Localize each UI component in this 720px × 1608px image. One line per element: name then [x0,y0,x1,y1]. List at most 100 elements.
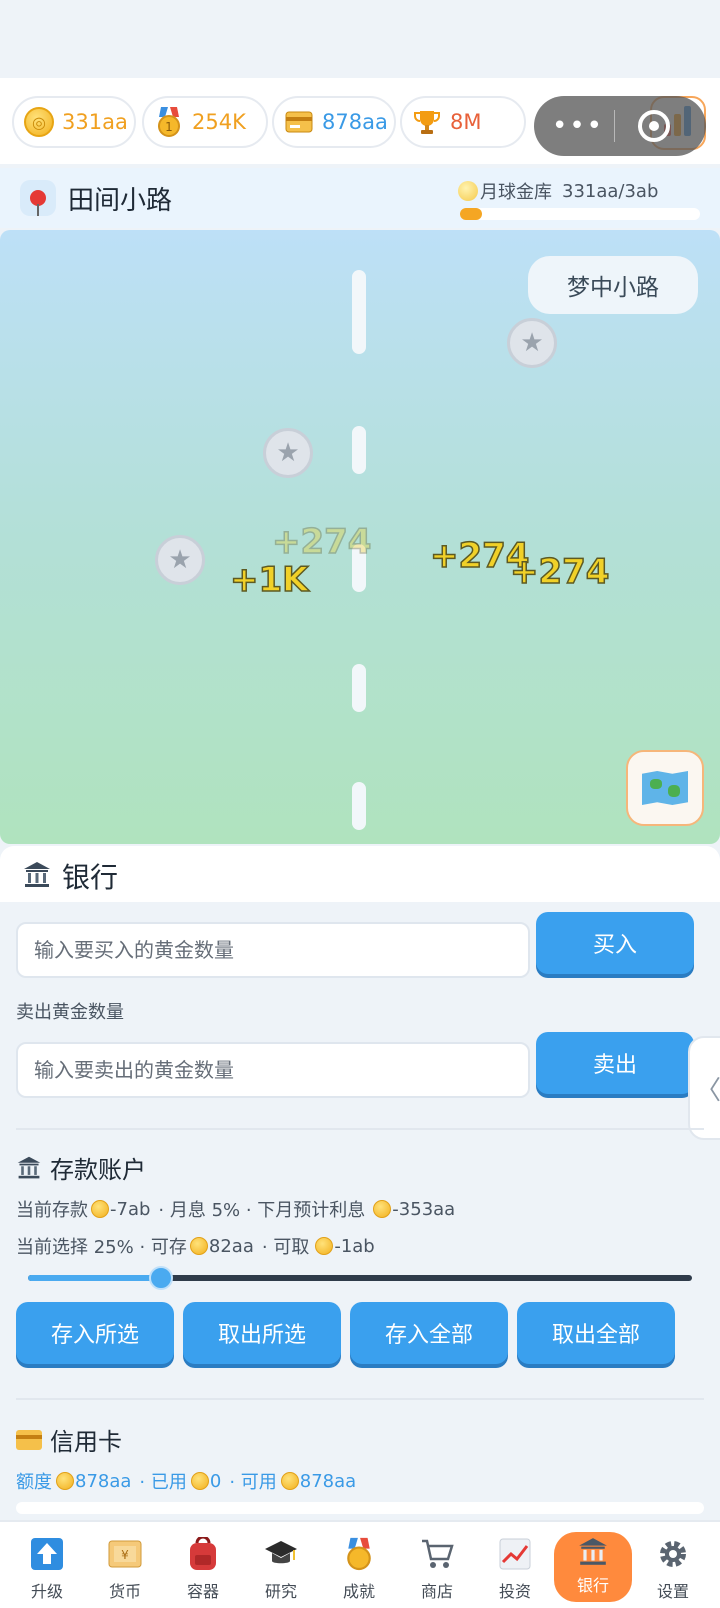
banknote-icon: ¥ [107,1536,143,1572]
status-area [0,0,720,78]
dream-road-button[interactable]: 梦中小路 [528,256,698,314]
sell-gold-label: 卖出黄金数量 [16,1002,124,1023]
reward-floater: +274 [271,521,372,563]
credit-section-title: 信用卡 [16,1422,122,1457]
deposit-title: 存款账户 [50,1156,146,1184]
graduation-cap-icon [263,1536,299,1572]
location-bar: 田间小路 月球金库 331aa/3ab [0,168,720,228]
credit-card-icon [284,107,314,137]
vault-progress-fill [460,208,482,220]
deposit-slider[interactable] [28,1266,692,1290]
vault-label: 月球金库 [480,182,552,203]
map-icon [642,771,688,805]
coins-value: 331aa [62,110,128,134]
road-marking [352,664,366,712]
vault-info: 月球金库 331aa/3ab [458,178,658,204]
nav-item-research[interactable]: 研究 [242,1522,320,1608]
credit-limit-value: 878aa [75,1470,132,1492]
bottom-nav: 升级 ¥ 货币 容器 研究 成就 商店 投资 银行 设置 [0,1520,720,1608]
medal-icon: 1 [154,107,184,137]
credit-title: 信用卡 [50,1428,122,1456]
coin-icon [190,1472,209,1490]
nav-item-currency[interactable]: ¥ 货币 [86,1522,164,1608]
slider-fill [28,1275,161,1281]
bank-icon [575,1534,611,1570]
vault-value: 331aa/3ab [562,180,659,202]
sell-button[interactable]: 卖出 [536,1032,694,1094]
deposit-selected-button[interactable]: 存入所选 [16,1302,174,1364]
resource-bar: ◎ 331aa 1 254K 878aa 8M ••• [0,78,720,164]
buy-gold-input[interactable] [16,922,530,978]
reward-floater: +1K [229,559,309,601]
star-coin-icon[interactable]: ★ [263,428,313,478]
credit-used-label: · 已用 [139,1472,187,1493]
trophy-icon [412,107,442,137]
card-value: 878aa [322,110,388,134]
nav-item-settings[interactable]: 设置 [634,1522,712,1608]
mini-program-capsule: ••• [534,96,706,156]
sell-gold-input[interactable] [16,1042,530,1098]
credit-summary: 额度 878aa · 已用 0 · 可用 878aa [16,1468,356,1494]
game-scene[interactable]: 梦中小路 ★ ★ ★ +274 +1K +274 +274 [0,230,720,844]
road-marking [352,306,366,354]
deposit-all-button[interactable]: 存入全部 [350,1302,508,1364]
credit-available-value: 878aa [299,1470,357,1492]
backpack-icon [185,1536,221,1572]
medal-icon [341,1536,377,1572]
close-miniprogram-icon[interactable] [638,110,670,142]
map-button[interactable] [626,750,704,826]
credit-used-value: 0 [209,1470,222,1492]
deposit-selection: 当前选择 25% · 可存 82aa · 可取 -1ab [16,1233,375,1259]
location-name: 田间小路 [68,186,173,216]
coin-icon [189,1237,208,1255]
road-marking [352,426,366,474]
nav-item-invest[interactable]: 投资 [476,1522,554,1608]
trophy-value: 8M [450,110,482,134]
selection-label: 当前选择 25% · 可存 [16,1237,187,1258]
medals-pill[interactable]: 1 254K [142,96,268,148]
coin-icon: ◎ [24,107,54,137]
side-panel-handle[interactable]: 〈 [688,1036,720,1140]
withdraw-all-button[interactable]: 取出全部 [517,1302,675,1364]
deposit-section-title: 存款账户 [16,1150,146,1185]
credit-available-label: · 可用 [229,1472,277,1493]
bank-icon [17,1156,41,1178]
buy-button[interactable]: 买入 [536,912,694,974]
can-deposit-value: 82aa [208,1235,254,1257]
coin-icon [91,1200,109,1218]
gear-icon [655,1536,691,1572]
upgrade-arrow-icon [29,1536,65,1572]
trophy-pill[interactable]: 8M [400,96,526,148]
nav-item-container[interactable]: 容器 [164,1522,242,1608]
nav-item-achievements[interactable]: 成就 [320,1522,398,1608]
deposit-summary: 当前存款 -7ab · 月息 5% · 下月预计利息 -353aa [16,1196,455,1222]
bank-icon [24,862,50,887]
more-icon[interactable]: ••• [552,112,604,140]
credit-card-icon [16,1429,42,1450]
svg-text:¥: ¥ [121,1548,129,1562]
slider-thumb[interactable] [148,1266,173,1290]
current-deposit-label: 当前存款 [16,1200,88,1221]
coin-icon [373,1200,392,1218]
interest-rate-text: · 月息 5% · 下月预计利息 [158,1200,366,1221]
interest-value: -353aa [392,1198,456,1220]
credit-limit-label: 额度 [16,1472,52,1493]
shopping-cart-icon [419,1536,455,1572]
nav-item-bank[interactable]: 银行 [554,1532,632,1602]
coins-pill[interactable]: ◎ 331aa [12,96,136,148]
vault-progress-bar [460,208,700,220]
can-withdraw-label: · 可取 [261,1237,310,1258]
medals-value: 254K [192,110,246,134]
card-pill[interactable]: 878aa [272,96,396,148]
chart-trend-icon [497,1536,533,1572]
can-withdraw-value: -1ab [334,1235,375,1257]
coin-icon [315,1237,334,1255]
location-pin-icon [20,180,56,216]
star-coin-icon[interactable]: ★ [155,535,205,585]
star-coin-icon[interactable]: ★ [507,318,557,368]
bank-title: 银行 [62,861,119,894]
withdraw-selected-button[interactable]: 取出所选 [183,1302,341,1364]
nav-item-upgrade[interactable]: 升级 [8,1522,86,1608]
bank-header: 银行 [0,846,720,902]
nav-item-shop[interactable]: 商店 [398,1522,476,1608]
